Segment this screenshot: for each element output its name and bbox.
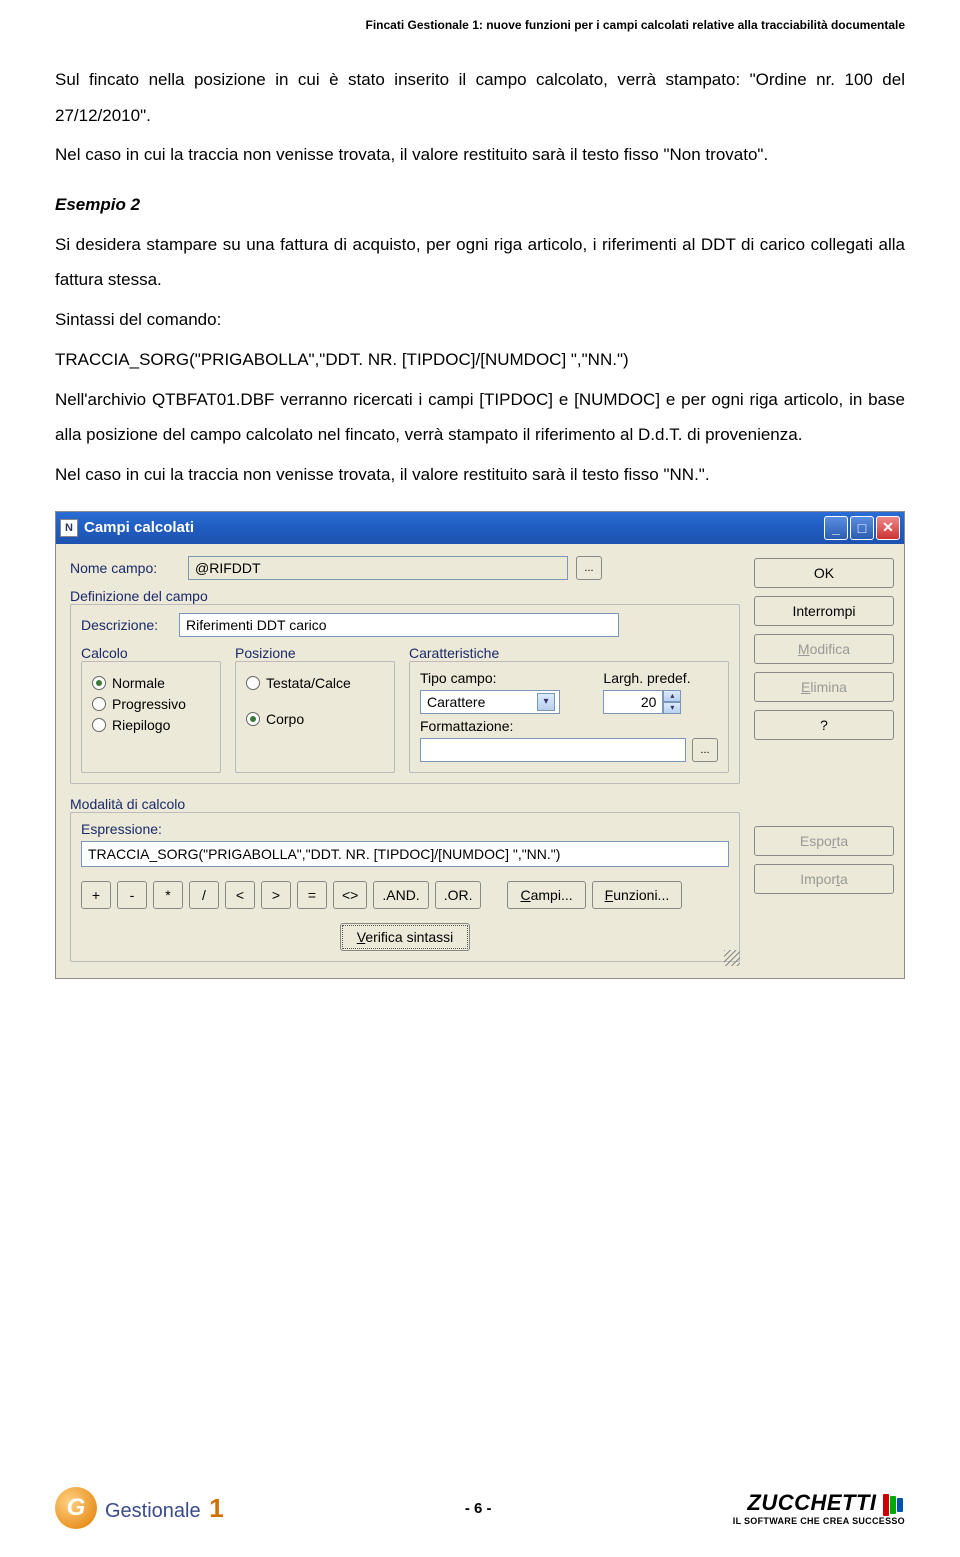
- verifica-sintassi-button[interactable]: Verifica sintassi: [340, 923, 471, 951]
- example-heading: Esempio 2: [55, 187, 905, 223]
- paragraph: Sul fincato nella posizione in cui è sta…: [55, 62, 905, 133]
- window-title: Campi calcolati: [84, 519, 824, 536]
- op-gt-button[interactable]: >: [261, 881, 291, 909]
- espressione-input[interactable]: [81, 841, 729, 867]
- op-lt-button[interactable]: <: [225, 881, 255, 909]
- chevron-down-icon: ▾: [537, 693, 555, 711]
- definizione-title: Definizione del campo: [70, 586, 740, 606]
- nome-campo-label: Nome campo:: [70, 560, 180, 576]
- largh-spinner[interactable]: ▴ ▾: [603, 690, 718, 714]
- code-line: TRACCIA_SORG("PRIGABOLLA","DDT. NR. [TIP…: [55, 342, 905, 378]
- paragraph: Si desidera stampare su una fattura di a…: [55, 227, 905, 298]
- page-footer: G Gestionale 1 - 6 - ZUCCHETTI IL SOFTWA…: [0, 1487, 960, 1529]
- modifica-button[interactable]: Modifica: [754, 634, 894, 664]
- radio-progressivo[interactable]: Progressivo: [92, 696, 210, 712]
- paragraph: Nel caso in cui la traccia non venisse t…: [55, 457, 905, 493]
- page-header: Fincati Gestionale 1: nuove funzioni per…: [0, 0, 960, 32]
- op-mul-button[interactable]: *: [153, 881, 183, 909]
- descrizione-label: Descrizione:: [81, 617, 171, 633]
- campi-button[interactable]: Campi...: [507, 881, 585, 909]
- help-button[interactable]: ?: [754, 710, 894, 740]
- caratteristiche-title: Caratteristiche: [409, 643, 729, 663]
- largh-input[interactable]: [603, 690, 663, 714]
- resize-grip-icon[interactable]: [724, 950, 740, 966]
- radio-testata[interactable]: Testata/Calce: [246, 675, 384, 691]
- op-and-button[interactable]: .AND.: [373, 881, 428, 909]
- nome-campo-input[interactable]: [188, 556, 568, 580]
- zucchetti-logo: ZUCCHETTI IL SOFTWARE CHE CREA SUCCESSO: [733, 1490, 905, 1527]
- espressione-label: Espressione:: [81, 821, 729, 837]
- dialog-window: N Campi calcolati _ □ ✕ Nome campo: ... …: [55, 511, 905, 979]
- app-icon: N: [60, 519, 78, 537]
- formattazione-label: Formattazione:: [420, 718, 718, 734]
- minimize-button[interactable]: _: [824, 516, 848, 540]
- paragraph: Nel caso in cui la traccia non venisse t…: [55, 137, 905, 173]
- spin-down-icon[interactable]: ▾: [663, 702, 681, 714]
- maximize-button[interactable]: □: [850, 516, 874, 540]
- largh-label: Largh. predef.: [603, 670, 718, 686]
- posizione-title: Posizione: [235, 643, 395, 663]
- gestionale-logo: G Gestionale 1: [55, 1487, 224, 1529]
- op-div-button[interactable]: /: [189, 881, 219, 909]
- titlebar[interactable]: N Campi calcolati _ □ ✕: [56, 512, 904, 544]
- browse-button[interactable]: ...: [576, 556, 602, 580]
- page-number: - 6 -: [465, 1500, 492, 1517]
- ok-button[interactable]: OK: [754, 558, 894, 588]
- spin-up-icon[interactable]: ▴: [663, 690, 681, 702]
- tipo-campo-select[interactable]: Carattere ▾: [420, 690, 560, 714]
- elimina-button[interactable]: Elimina: [754, 672, 894, 702]
- paragraph: Nell'archivio QTBFAT01.DBF verranno rice…: [55, 382, 905, 453]
- op-minus-button[interactable]: -: [117, 881, 147, 909]
- funzioni-button[interactable]: Funzioni...: [592, 881, 683, 909]
- esporta-button[interactable]: Esporta: [754, 826, 894, 856]
- descrizione-input[interactable]: [179, 613, 619, 637]
- g-badge-icon: G: [55, 1487, 97, 1529]
- document-body: Sul fincato nella posizione in cui è sta…: [0, 32, 960, 493]
- op-eq-button[interactable]: =: [297, 881, 327, 909]
- op-or-button[interactable]: .OR.: [435, 881, 482, 909]
- radio-corpo[interactable]: Corpo: [246, 711, 384, 727]
- modalita-title: Modalità di calcolo: [70, 794, 740, 814]
- calcolo-title: Calcolo: [81, 643, 221, 663]
- formattazione-input[interactable]: [420, 738, 686, 762]
- interrompi-button[interactable]: Interrompi: [754, 596, 894, 626]
- tipo-campo-label: Tipo campo:: [420, 670, 587, 686]
- radio-normale[interactable]: Normale: [92, 675, 210, 691]
- zucchetti-stripe-icon: [883, 1494, 905, 1516]
- op-neq-button[interactable]: <>: [333, 881, 367, 909]
- radio-riepilogo[interactable]: Riepilogo: [92, 717, 210, 733]
- close-button[interactable]: ✕: [876, 516, 900, 540]
- formattazione-browse-button[interactable]: ...: [692, 738, 718, 762]
- importa-button[interactable]: Importa: [754, 864, 894, 894]
- op-plus-button[interactable]: +: [81, 881, 111, 909]
- paragraph: Sintassi del comando:: [55, 302, 905, 338]
